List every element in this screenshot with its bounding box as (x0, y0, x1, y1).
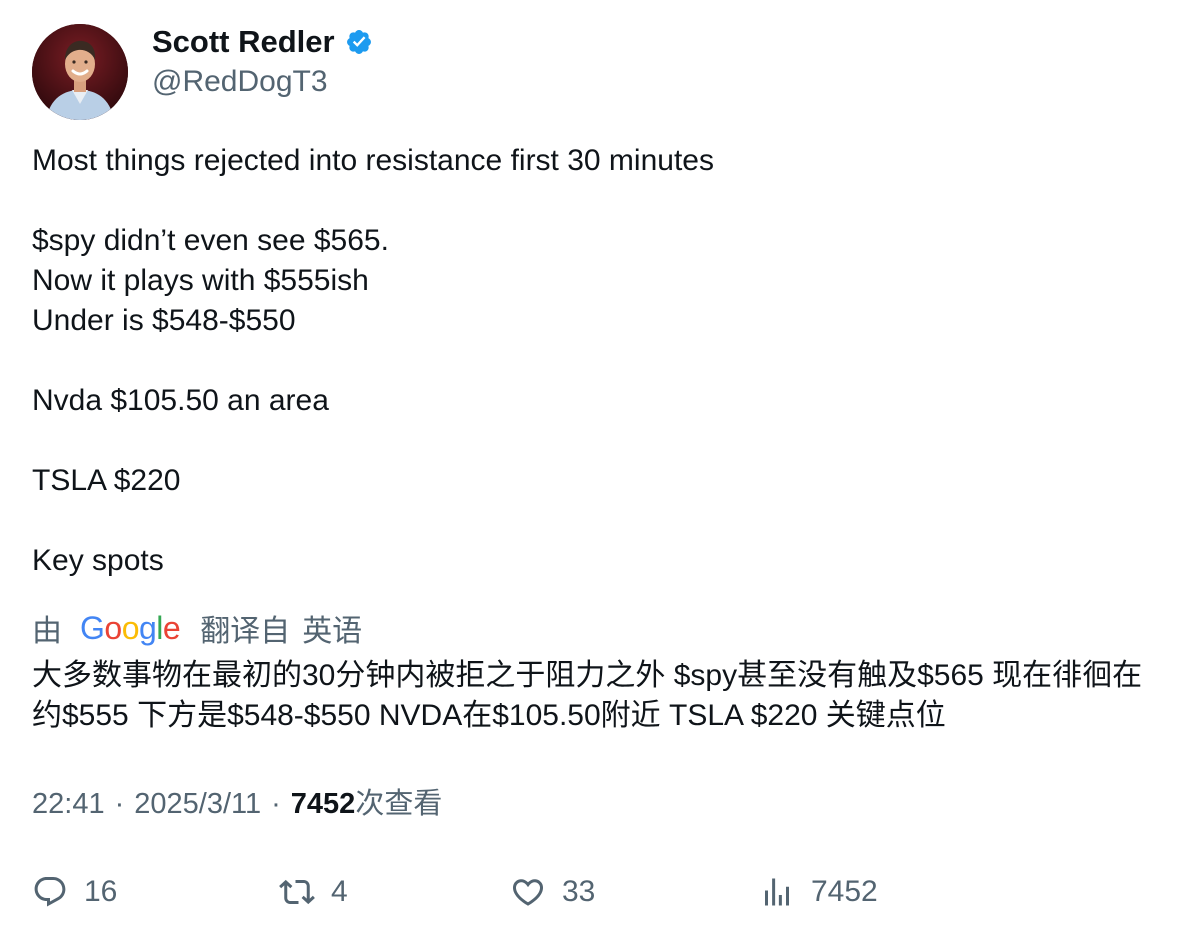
reply-button[interactable]: 16 (32, 870, 117, 914)
views-label: 次查看 (355, 788, 443, 820)
tweet-time[interactable]: 22:41 (32, 784, 105, 824)
like-button[interactable]: 33 (510, 870, 595, 914)
verified-badge-icon[interactable] (345, 28, 373, 56)
reply-count: 16 (84, 875, 118, 908)
translated-from-label: 翻译自 (200, 615, 291, 648)
like-count: 33 (562, 875, 596, 908)
analytics-icon (765, 878, 789, 906)
heart-icon (512, 879, 544, 906)
translation-attribution: 由 Google 翻译自 英语 (32, 606, 362, 650)
author-name-row: Scott Redler (152, 22, 373, 62)
views-count: 7452 (290, 788, 356, 820)
author-display-name[interactable]: Scott Redler (152, 22, 335, 62)
tweet-date[interactable]: 2025/3/11 (134, 784, 261, 824)
tweet-text: Most things rejected into resistance fir… (32, 144, 714, 577)
profile-photo-icon (32, 24, 128, 120)
avatar[interactable] (32, 24, 128, 120)
tweet-meta: 22:41 · 2025/3/11 · 7452 次查看 (32, 784, 442, 824)
translated-text: 大多数事物在最初的30分钟内被拒之于阻力之外 $spy甚至没有触及$565 现在… (32, 659, 1143, 732)
action-bar: 16 4 33 7452 (0, 870, 1196, 914)
source-language: 英语 (302, 615, 363, 648)
translated-by-label: 由 (32, 615, 62, 648)
meta-separator: · (271, 788, 281, 820)
retweet-icon (279, 879, 315, 905)
retweet-count: 4 (331, 875, 348, 908)
views-button[interactable]: 7452 (759, 870, 878, 914)
meta-separator: · (114, 788, 125, 820)
reply-icon (34, 877, 66, 907)
retweet-button[interactable]: 4 (279, 870, 348, 914)
author-handle[interactable]: @RedDogT3 (152, 62, 328, 102)
views-action-count: 7452 (811, 875, 878, 908)
google-logo: Google (80, 610, 181, 646)
